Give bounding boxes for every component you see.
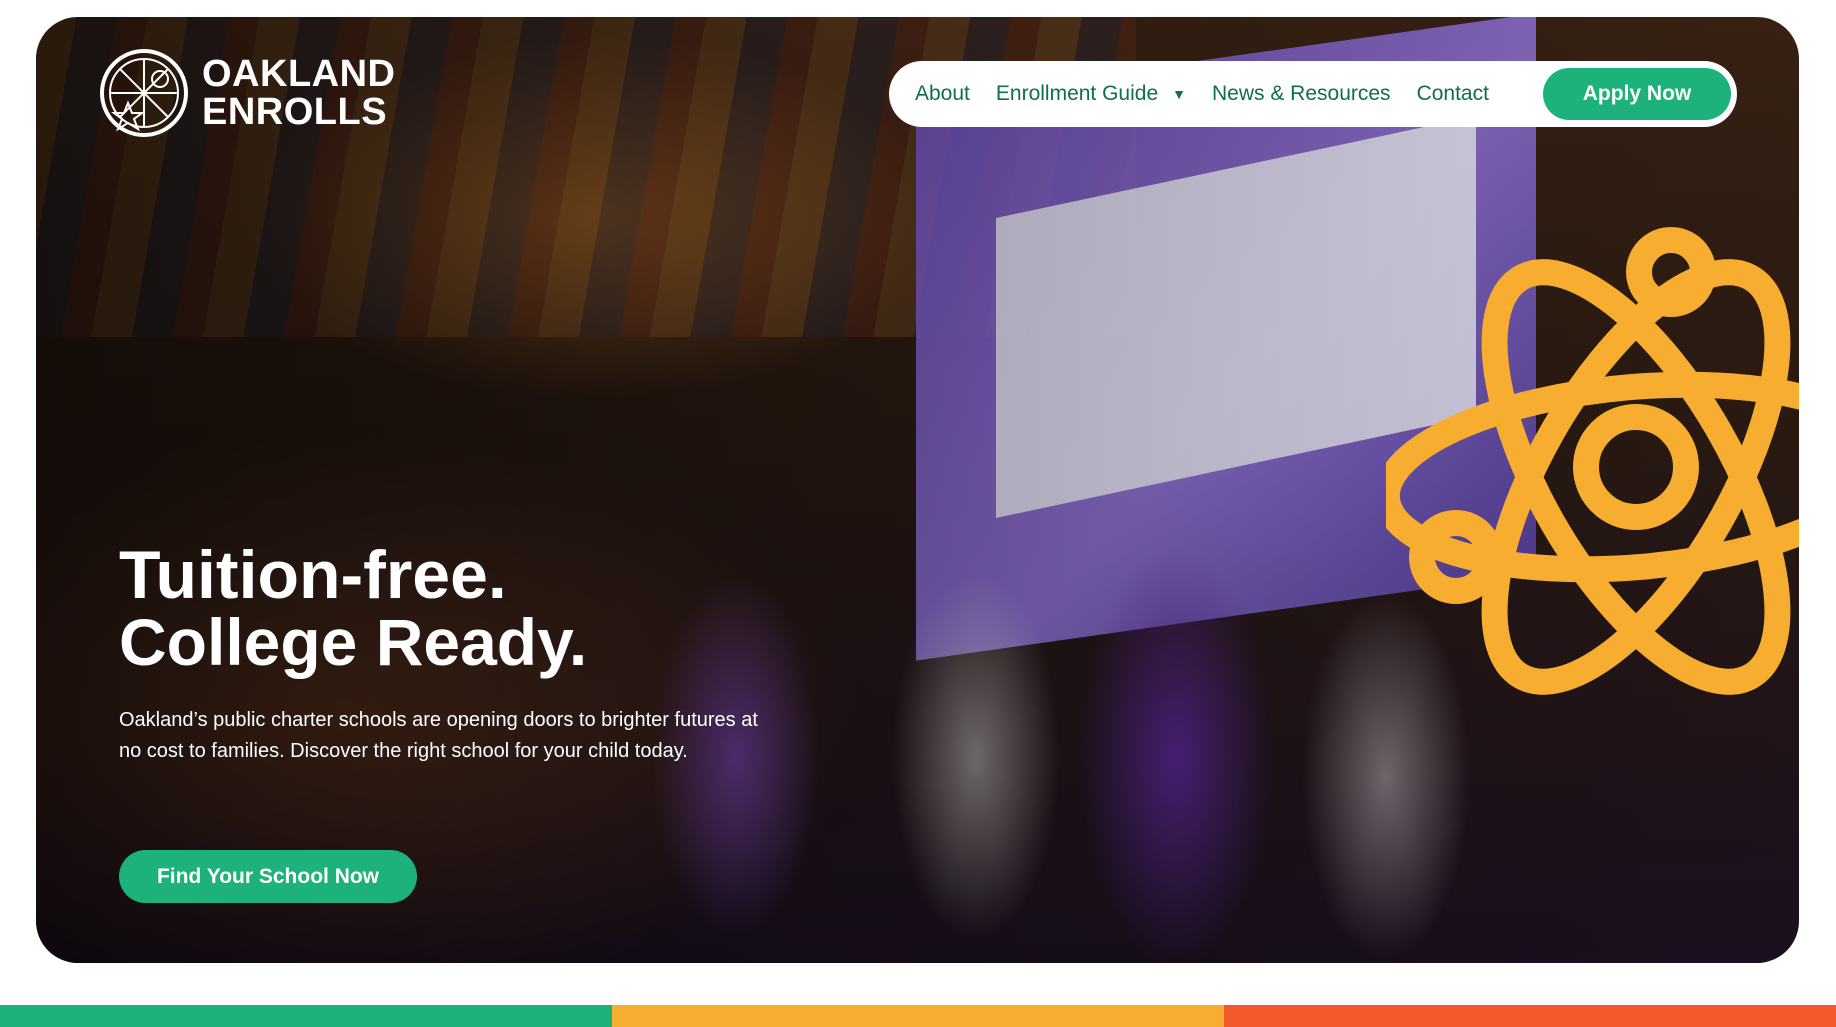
site-logo[interactable]: OAKLAND ENROLLS <box>98 47 395 139</box>
logo-line-2: ENROLLS <box>202 91 388 133</box>
seal-emblem-icon <box>100 49 188 137</box>
nav-item-label: Enrollment Guide <box>995 82 1159 105</box>
footer-color-bar <box>0 1005 1836 1027</box>
apply-now-button[interactable]: Apply Now <box>1543 68 1731 120</box>
logo-wordmark: OAKLAND ENROLLS <box>202 55 395 131</box>
hero-description: Oakland’s public charter schools are ope… <box>119 709 758 762</box>
nav-item-label: Contact <box>1416 82 1489 105</box>
hero-section: OAKLAND ENROLLS About Enrollment Guide ▼… <box>36 17 1799 963</box>
caret-down-icon: ▼ <box>1172 86 1186 102</box>
nav-item-label: About <box>915 82 970 105</box>
nav-item-news-resources[interactable]: News & Resources <box>1212 82 1391 106</box>
main-nav: About Enrollment Guide ▼ News & Resource… <box>889 61 1737 127</box>
logo-line-1: OAKLAND <box>202 53 396 95</box>
nav-item-about[interactable]: About <box>915 82 970 106</box>
color-bar-yellow <box>612 1005 1224 1027</box>
hero-headline-light: College Ready. <box>119 605 588 679</box>
nav-item-enrollment-guide[interactable]: Enrollment Guide ▼ <box>996 82 1186 106</box>
color-bar-orange <box>1224 1005 1836 1027</box>
color-bar-green <box>0 1005 612 1027</box>
find-school-button[interactable]: Find Your School Now <box>119 850 417 903</box>
hero-headline-bold: Tuition-free. <box>119 537 507 613</box>
nav-item-contact[interactable]: Contact <box>1417 82 1489 106</box>
nav-item-label: News & Resources <box>1212 82 1391 105</box>
atom-icon <box>1386 227 1799 695</box>
